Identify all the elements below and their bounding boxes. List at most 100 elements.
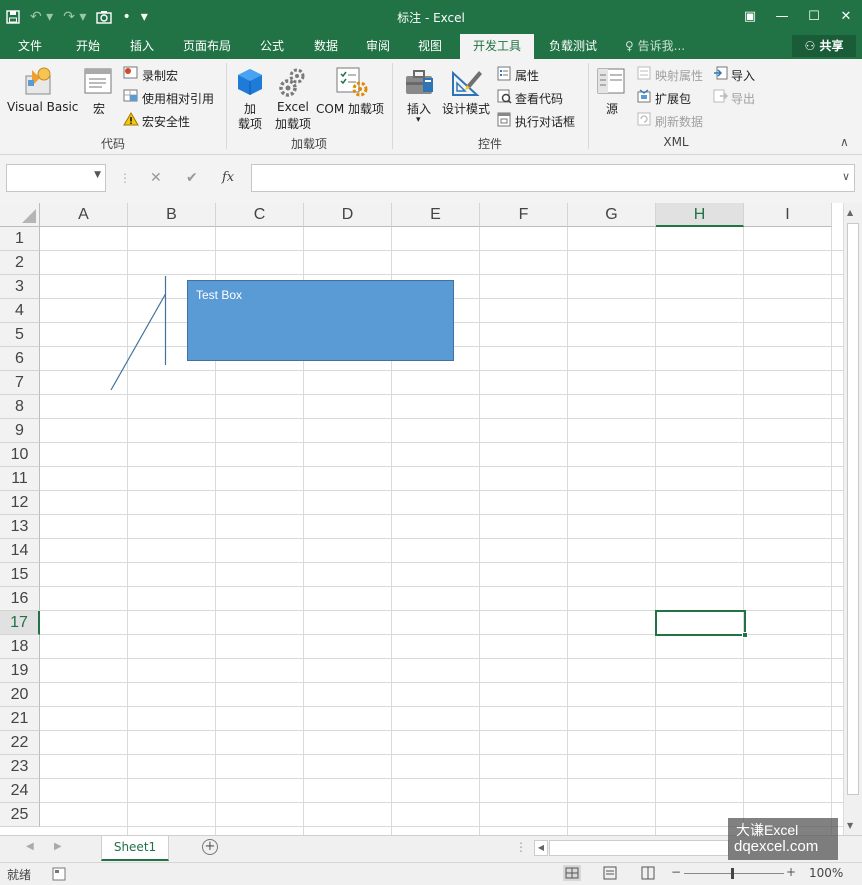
tab-formulas[interactable]: 公式 <box>250 34 294 59</box>
zoom-slider[interactable] <box>684 873 784 874</box>
scroll-up-icon[interactable]: ▲ <box>847 208 853 217</box>
tab-review[interactable]: 审阅 <box>356 34 400 59</box>
callout-line[interactable] <box>100 270 180 400</box>
horizontal-scrollbar[interactable] <box>549 840 729 856</box>
row-header-9[interactable]: 9 <box>0 419 40 443</box>
row-header-6[interactable]: 6 <box>0 347 40 371</box>
insert-function-icon[interactable]: fx <box>222 164 234 192</box>
row-header-5[interactable]: 5 <box>0 323 40 347</box>
enter-icon[interactable]: ✔ <box>186 164 198 192</box>
minimize-button[interactable]: — <box>766 0 798 32</box>
active-cell-selection[interactable] <box>655 610 748 638</box>
row-header-16[interactable]: 16 <box>0 587 40 611</box>
page-layout-view-icon[interactable] <box>602 865 618 881</box>
row-header-18[interactable]: 18 <box>0 635 40 659</box>
share-button[interactable]: ⚇ 共享 <box>792 35 856 57</box>
zoom-slider-thumb[interactable] <box>731 868 734 879</box>
row-header-20[interactable]: 20 <box>0 683 40 707</box>
row-header-13[interactable]: 13 <box>0 515 40 539</box>
addins-button-line2[interactable]: 载项 <box>238 115 262 132</box>
tab-file[interactable]: 文件 <box>8 34 52 59</box>
row-header-12[interactable]: 12 <box>0 491 40 515</box>
tab-load-test[interactable]: 负载测试 <box>540 34 606 59</box>
sheet-tab-sheet1[interactable]: Sheet1 <box>101 836 169 861</box>
normal-view-icon[interactable] <box>563 865 581 881</box>
page-break-view-icon[interactable] <box>640 865 656 881</box>
vertical-scrollbar[interactable]: ▲ ▼ <box>843 203 862 835</box>
properties-button[interactable]: 属性 <box>515 67 539 84</box>
map-properties-button[interactable]: 映射属性 <box>655 67 703 84</box>
tab-split-handle[interactable]: ⋮ <box>515 840 527 854</box>
name-box[interactable]: ▼ <box>6 164 106 192</box>
row-header-24[interactable]: 24 <box>0 779 40 803</box>
prev-sheet-icon[interactable]: ◀ <box>26 841 34 852</box>
fill-handle[interactable] <box>742 632 748 638</box>
column-header-a[interactable]: A <box>40 203 128 227</box>
name-box-dropdown-icon[interactable]: ▼ <box>94 170 101 180</box>
select-all-corner[interactable] <box>0 203 40 227</box>
excel-addins-button-line1[interactable]: Excel <box>277 100 309 114</box>
tab-data[interactable]: 数据 <box>304 34 348 59</box>
row-header-3[interactable]: 3 <box>0 275 40 299</box>
excel-addins-button-line2[interactable]: 加载项 <box>275 115 311 132</box>
export-button[interactable]: 导出 <box>731 90 755 107</box>
cancel-icon[interactable]: ✕ <box>150 164 162 192</box>
row-header-15[interactable]: 15 <box>0 563 40 587</box>
column-header-f[interactable]: F <box>480 203 568 227</box>
tab-developer[interactable]: 开发工具 <box>460 34 534 60</box>
close-button[interactable]: ✕ <box>830 0 862 32</box>
callout-text-box[interactable]: Test Box <box>187 280 454 361</box>
zoom-in-button[interactable]: + <box>786 865 796 879</box>
zoom-level[interactable]: 100% <box>809 866 843 880</box>
macros-button[interactable]: 宏 <box>93 100 105 117</box>
scroll-down-icon[interactable]: ▼ <box>847 821 853 830</box>
tab-insert[interactable]: 插入 <box>120 34 164 59</box>
tab-page-layout[interactable]: 页面布局 <box>176 34 238 59</box>
row-header-14[interactable]: 14 <box>0 539 40 563</box>
insert-dropdown-icon[interactable]: ▾ <box>416 115 421 125</box>
column-header-b[interactable]: B <box>128 203 216 227</box>
zoom-out-button[interactable]: − <box>671 865 681 879</box>
tab-home[interactable]: 开始 <box>66 34 110 59</box>
design-mode-button[interactable]: 设计模式 <box>442 100 490 117</box>
collapse-ribbon-icon[interactable]: ∧ <box>840 135 849 149</box>
column-header-c[interactable]: C <box>216 203 304 227</box>
next-sheet-icon[interactable]: ▶ <box>54 841 62 852</box>
scroll-left-icon[interactable]: ◀ <box>534 840 548 856</box>
row-header-4[interactable]: 4 <box>0 299 40 323</box>
row-header-11[interactable]: 11 <box>0 467 40 491</box>
vertical-scroll-thumb[interactable] <box>847 223 859 795</box>
tell-me-box[interactable]: ♀ 告诉我... <box>625 34 685 59</box>
run-dialog-button[interactable]: 执行对话框 <box>515 113 575 130</box>
row-header-23[interactable]: 23 <box>0 755 40 779</box>
macro-recording-icon[interactable] <box>52 867 66 881</box>
record-macro-button[interactable]: 录制宏 <box>142 67 178 84</box>
row-header-25[interactable]: 25 <box>0 803 40 827</box>
relative-reference-button[interactable]: 使用相对引用 <box>142 90 214 107</box>
row-header-8[interactable]: 8 <box>0 395 40 419</box>
view-code-button[interactable]: 查看代码 <box>515 90 563 107</box>
expansion-packs-button[interactable]: 扩展包 <box>655 90 691 107</box>
new-sheet-icon[interactable]: + <box>202 839 218 855</box>
refresh-data-button[interactable]: 刷新数据 <box>655 113 703 130</box>
row-header-10[interactable]: 10 <box>0 443 40 467</box>
column-header-e[interactable]: E <box>392 203 480 227</box>
row-header-1[interactable]: 1 <box>0 227 40 251</box>
column-header-h[interactable]: H <box>656 203 744 227</box>
row-header-17[interactable]: 17 <box>0 611 40 635</box>
visual-basic-button[interactable]: Visual Basic <box>7 100 78 114</box>
callout-text[interactable]: Test Box <box>196 288 242 302</box>
column-header-i[interactable]: I <box>744 203 832 227</box>
row-header-19[interactable]: 19 <box>0 659 40 683</box>
formula-input[interactable]: ∨ <box>251 164 855 192</box>
xml-source-button[interactable]: 源 <box>606 100 618 117</box>
row-header-21[interactable]: 21 <box>0 707 40 731</box>
row-header-7[interactable]: 7 <box>0 371 40 395</box>
expand-formula-bar-icon[interactable]: ∨ <box>842 170 850 183</box>
import-button[interactable]: 导入 <box>731 67 755 84</box>
com-addins-button[interactable]: COM 加载项 <box>316 100 384 117</box>
ribbon-display-options-icon[interactable]: ▣ <box>734 0 766 32</box>
macro-security-button[interactable]: 宏安全性 <box>142 113 190 130</box>
row-header-2[interactable]: 2 <box>0 251 40 275</box>
column-header-d[interactable]: D <box>304 203 392 227</box>
